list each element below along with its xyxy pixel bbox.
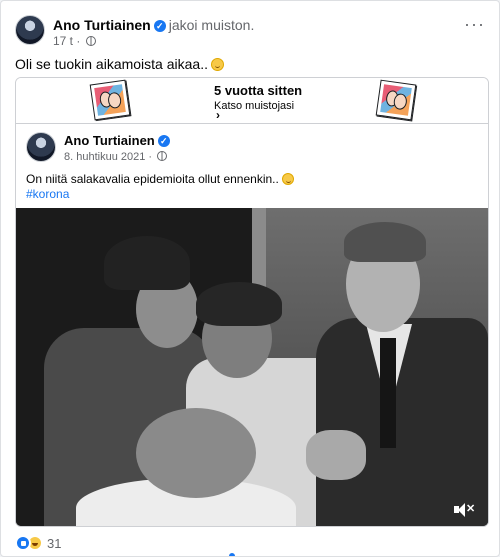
memory-title: 5 vuotta sitten bbox=[214, 83, 303, 98]
reaction-count[interactable]: 31 bbox=[47, 536, 61, 551]
post-text: Oli se tuokin aikamoista aikaa.. bbox=[15, 56, 224, 72]
post-meta: 17 t · bbox=[53, 34, 96, 48]
see-memories-link[interactable]: Katso muistojasi bbox=[214, 100, 294, 112]
chevron-right-icon: › bbox=[216, 108, 220, 122]
memory-share-post: Ano Turtiainen ✓ jakoi muiston. 17 t · ···… bbox=[0, 0, 500, 557]
author-line: Ano Turtiainen ✓ jakoi muiston. bbox=[53, 17, 254, 33]
inner-post-meta: 8. huhtikuu 2021 · bbox=[64, 151, 168, 163]
meta-separator: · bbox=[148, 151, 153, 163]
video-figure-hand bbox=[306, 430, 366, 480]
grinning-emoji-icon bbox=[210, 58, 224, 71]
verified-badge-icon: ✓ bbox=[157, 135, 170, 147]
author-name[interactable]: Ano Turtiainen bbox=[53, 17, 151, 33]
like-icon bbox=[15, 535, 31, 551]
author-avatar[interactable] bbox=[15, 15, 45, 45]
inner-author-avatar[interactable] bbox=[26, 132, 56, 162]
inner-author-name[interactable]: Ano Turtiainen bbox=[64, 133, 155, 148]
share-action: jakoi muiston. bbox=[168, 17, 255, 33]
verified-badge-icon: ✓ bbox=[153, 20, 166, 32]
hashtag-link[interactable]: #korona bbox=[26, 187, 69, 201]
video-figure-right-tie bbox=[380, 338, 396, 448]
video-player[interactable]: ✕ bbox=[16, 208, 488, 526]
meta-separator: · bbox=[76, 34, 81, 48]
globe-icon bbox=[157, 151, 168, 161]
video-figure-right-hair bbox=[344, 222, 426, 262]
post-header: Ano Turtiainen ✓ jakoi muiston. 17 t · ··· bbox=[15, 15, 485, 49]
inner-post-header: Ano Turtiainen ✓ 8. huhtikuu 2021 · bbox=[26, 132, 326, 166]
scroll-indicator bbox=[229, 553, 235, 556]
post-text-content: Oli se tuokin aikamoista aikaa.. bbox=[15, 56, 208, 72]
inner-post-date[interactable]: 8. huhtikuu 2021 bbox=[64, 151, 145, 163]
video-figure-left-cap bbox=[104, 236, 190, 290]
grimacing-emoji-icon bbox=[281, 173, 294, 185]
more-options-button[interactable]: ··· bbox=[464, 15, 485, 33]
globe-icon bbox=[85, 36, 96, 46]
memory-card[interactable]: 5 vuotta sitten Katso muistojasi › Ano T… bbox=[15, 77, 489, 527]
memory-illustration-right bbox=[375, 79, 417, 121]
speaker-muted-icon[interactable]: ✕ bbox=[454, 502, 475, 518]
inner-post-text-content: On niitä salakavalia epidemioita ollut e… bbox=[26, 172, 279, 186]
inner-post-text: On niitä salakavalia epidemioita ollut e… bbox=[26, 172, 294, 186]
memory-banner[interactable]: 5 vuotta sitten Katso muistojasi › bbox=[16, 78, 488, 124]
video-figure-center-hair bbox=[196, 282, 282, 326]
post-time[interactable]: 17 t bbox=[53, 34, 73, 48]
video-figure-front-head bbox=[136, 408, 256, 498]
inner-author-line: Ano Turtiainen ✓ bbox=[64, 133, 170, 148]
memory-illustration-left bbox=[89, 79, 131, 121]
